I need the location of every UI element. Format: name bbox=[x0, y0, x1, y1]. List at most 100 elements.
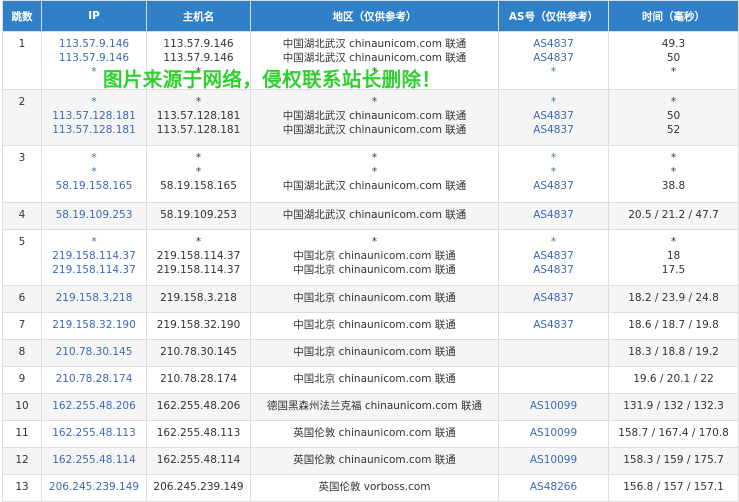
region-cell: 英国伦敦 vorboss.com bbox=[250, 474, 499, 502]
ip-value[interactable]: 162.255.48.114 bbox=[43, 453, 146, 467]
region-value: 德国黑森州法兰克福 chinaunicom.com 联通 bbox=[266, 400, 483, 412]
as-value bbox=[500, 345, 608, 359]
ip-value: * bbox=[91, 166, 97, 179]
hop-cell: 4 bbox=[2, 202, 42, 230]
region-value: 中国北京 chinaunicom.com 联通 bbox=[293, 319, 456, 331]
region-value: 中国湖北武汉 chinaunicom.com 联通 bbox=[282, 52, 467, 65]
ip-cell: 219.158.3.218 bbox=[41, 285, 147, 313]
hop-number: 11 bbox=[15, 427, 29, 439]
ip-value[interactable]: 210.78.28.174 bbox=[43, 372, 146, 386]
hop-number: 13 bbox=[15, 481, 29, 493]
region-cell: 中国北京 chinaunicom.com 联通 bbox=[250, 285, 499, 313]
hop-number: 9 bbox=[18, 373, 26, 385]
as-value[interactable]: AS10099 bbox=[500, 453, 608, 467]
as-value: * bbox=[550, 152, 557, 164]
region-cell: 德国黑森州法兰克福 chinaunicom.com 联通 bbox=[250, 393, 499, 421]
ip-cell: 219.158.32.190 bbox=[41, 312, 147, 340]
as-cell: AS10099 bbox=[498, 393, 609, 421]
table-row: 13 206.245.239.149 206.245.239.149 英国伦敦 vor… bbox=[2, 474, 739, 502]
header-ip: IP bbox=[41, 0, 147, 32]
as-value[interactable]: AS4837 bbox=[500, 291, 608, 305]
ip-cell: 113.57.9.146 113.57.9.146 * bbox=[41, 31, 147, 90]
region-value: 中国北京 chinaunicom.com 联通 bbox=[293, 250, 456, 263]
ip-value[interactable]: 219.158.32.190 bbox=[43, 318, 146, 332]
ip-value[interactable]: 162.255.48.113 bbox=[43, 426, 146, 440]
as-value: * bbox=[550, 166, 557, 179]
time-cell: * * 38.8 bbox=[608, 145, 739, 203]
region-value: 中国北京 chinaunicom.com 联通 bbox=[293, 264, 456, 277]
ip-cell: 162.255.48.114 bbox=[41, 447, 147, 475]
as-cell bbox=[498, 366, 609, 394]
region-value: * bbox=[371, 166, 378, 179]
ip-value[interactable]: 113.57.128.181 bbox=[43, 109, 146, 123]
hop-number: 8 bbox=[18, 346, 26, 358]
table-row: 7 219.158.32.190 219.158.32.190 中国北京 chinau… bbox=[2, 312, 739, 340]
time-value: 18.2 / 23.9 / 24.8 bbox=[628, 292, 719, 304]
as-cell: * AS4837 AS4837 bbox=[498, 89, 609, 146]
hop-cell: 13 bbox=[2, 474, 42, 502]
hop-number: 2 bbox=[18, 96, 26, 108]
time-value: * bbox=[670, 236, 677, 248]
region-cell: 中国北京 chinaunicom.com 联通 bbox=[250, 366, 499, 394]
hostname-value: 58.19.109.253 bbox=[160, 209, 237, 221]
region-value: 中国北京 chinaunicom.com 联通 bbox=[293, 373, 456, 385]
as-cell: AS4837 AS4837 * bbox=[498, 31, 609, 90]
region-value: * bbox=[371, 152, 378, 164]
region-cell: 中国北京 chinaunicom.com 联通 bbox=[250, 339, 499, 367]
ip-value: * bbox=[91, 152, 97, 164]
region-value: 中国湖北武汉 chinaunicom.com 联通 bbox=[282, 110, 467, 123]
hop-number: 12 bbox=[15, 454, 29, 466]
as-value: * bbox=[550, 96, 557, 108]
hop-cell: 2 bbox=[2, 89, 42, 146]
hostname-cell: 206.245.239.149 bbox=[146, 474, 251, 502]
ip-value: * bbox=[91, 236, 97, 248]
time-value: 18.6 / 18.7 / 19.8 bbox=[628, 319, 719, 331]
region-cell: 中国北京 chinaunicom.com 联通 bbox=[250, 312, 499, 340]
time-cell: 156.8 / 157 / 157.1 bbox=[608, 474, 739, 502]
ip-cell: * * 58.19.158.165 bbox=[41, 145, 147, 203]
ip-value[interactable]: 210.78.30.145 bbox=[43, 345, 146, 359]
time-cell: 18.3 / 18.8 / 19.2 bbox=[608, 339, 739, 367]
region-value: 中国北京 chinaunicom.com 联通 bbox=[293, 292, 456, 304]
as-value[interactable]: AS10099 bbox=[500, 399, 608, 413]
table-header-row: 跳数 IP 主机名 地区（仅供参考） AS号（仅供参考） 时间（毫秒） bbox=[2, 0, 739, 32]
ip-value[interactable]: 219.158.3.218 bbox=[43, 291, 146, 305]
hostname-cell: 219.158.32.190 bbox=[146, 312, 251, 340]
ip-value[interactable]: 113.57.128.181 bbox=[43, 123, 146, 137]
ip-value[interactable]: 219.158.114.37 bbox=[43, 263, 146, 277]
table-body: 1 113.57.9.146 113.57.9.146 * 113.57.9.146 11… bbox=[2, 31, 739, 502]
table-row: 2 * 113.57.128.181 113.57.128.181 * 113.57.12… bbox=[2, 89, 739, 146]
region-cell: * 中国北京 chinaunicom.com 联通 中国北京 chinaunicom… bbox=[250, 229, 499, 286]
as-value[interactable]: AS4837 bbox=[500, 179, 608, 193]
time-cell: 158.7 / 167.4 / 170.8 bbox=[608, 420, 739, 448]
ip-value[interactable]: 162.255.48.206 bbox=[43, 399, 146, 413]
as-value[interactable]: AS4837 bbox=[500, 37, 608, 51]
time-value: 158.7 / 167.4 / 170.8 bbox=[618, 427, 729, 439]
hop-cell: 9 bbox=[2, 366, 42, 394]
as-value[interactable]: AS10099 bbox=[500, 426, 608, 440]
ip-value[interactable]: 219.158.114.37 bbox=[43, 249, 146, 263]
as-cell: AS4837 bbox=[498, 285, 609, 313]
ip-value[interactable]: 58.19.158.165 bbox=[43, 179, 146, 193]
as-value[interactable]: AS4837 bbox=[500, 318, 608, 332]
ip-value[interactable]: 113.57.9.146 bbox=[43, 37, 146, 51]
time-value: 20.5 / 21.2 / 47.7 bbox=[628, 209, 719, 221]
ip-cell: * 219.158.114.37 219.158.114.37 bbox=[41, 229, 147, 286]
ip-value[interactable]: 58.19.109.253 bbox=[43, 208, 146, 222]
as-value bbox=[500, 372, 608, 386]
as-value[interactable]: AS4837 bbox=[500, 51, 608, 65]
region-cell: 英国伦敦 chinaunicom.com 联通 bbox=[250, 447, 499, 475]
table-row: 9 210.78.28.174 210.78.28.174 中国北京 chinauni… bbox=[2, 366, 739, 394]
as-value[interactable]: AS48266 bbox=[500, 480, 608, 494]
as-value[interactable]: AS4837 bbox=[500, 123, 608, 137]
hostname-value: 113.57.9.146 bbox=[163, 52, 234, 65]
as-value[interactable]: AS4837 bbox=[500, 109, 608, 123]
as-value[interactable]: AS4837 bbox=[500, 208, 608, 222]
header-as-number: AS号（仅供参考） bbox=[498, 0, 609, 32]
ip-value[interactable]: 113.57.9.146 bbox=[43, 51, 146, 65]
as-value[interactable]: AS4837 bbox=[500, 263, 608, 277]
as-value[interactable]: AS4837 bbox=[500, 249, 608, 263]
hop-number: 7 bbox=[18, 319, 26, 331]
ip-value[interactable]: 206.245.239.149 bbox=[43, 480, 146, 494]
hostname-value: 219.158.114.37 bbox=[156, 264, 241, 277]
